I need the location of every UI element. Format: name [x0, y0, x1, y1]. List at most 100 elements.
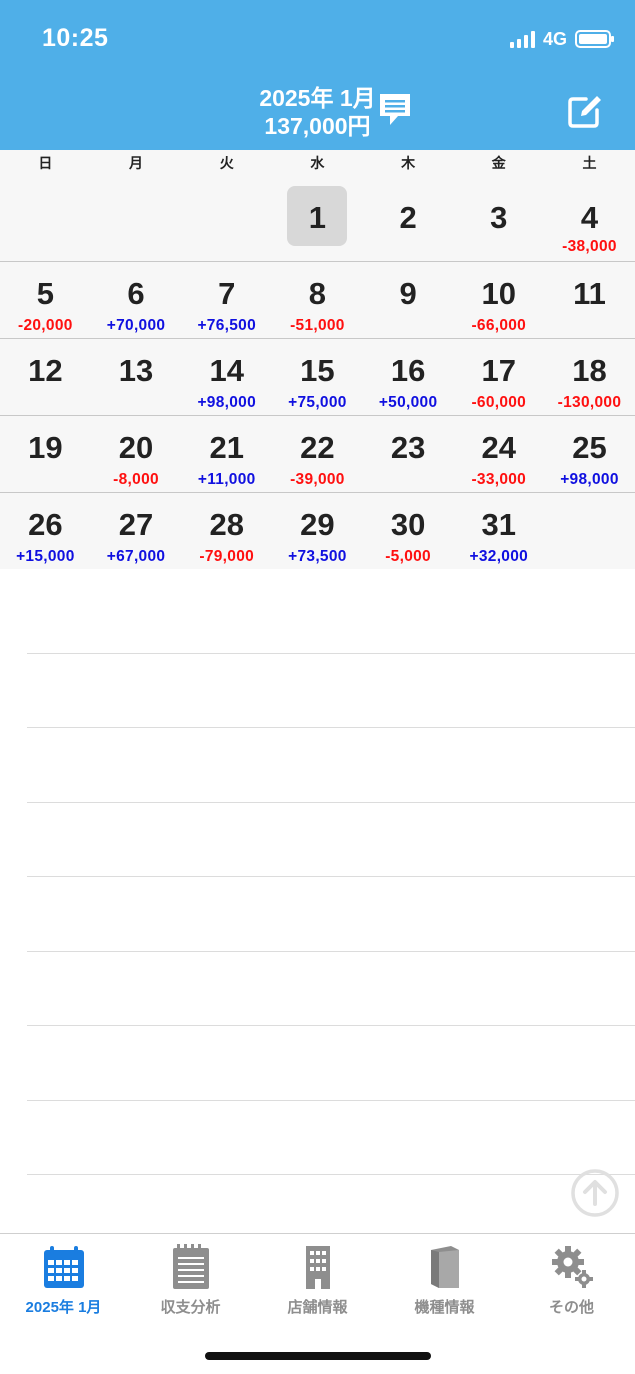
calendar-week: 12 13 14 +98,000 15 +75,000 16 +50,000 17 -60,000…: [0, 339, 635, 416]
weekday-label: 火: [219, 155, 234, 171]
day-amount: +15,000: [16, 548, 75, 565]
calendar-day[interactable]: 27 +67,000: [91, 493, 182, 569]
calendar-day[interactable]: 12: [0, 339, 91, 415]
day-amount: +98,000: [197, 394, 256, 411]
list-divider: [27, 876, 635, 877]
calendar-empty-cell: [91, 176, 182, 261]
calendar-day[interactable]: 29 +73,500: [272, 493, 363, 569]
tab-label: 機種情報: [414, 1299, 475, 1316]
calendar-day[interactable]: 25 +98,000: [544, 416, 635, 492]
calendar-day[interactable]: 10 -66,000: [453, 262, 544, 338]
calendar-day[interactable]: 22 -39,000: [272, 416, 363, 492]
calendar-day[interactable]: 3: [453, 176, 544, 261]
list-divider: [27, 1100, 635, 1101]
calendar-day[interactable]: 24 -33,000: [453, 416, 544, 492]
day-amount: +73,500: [288, 548, 347, 565]
weekday-label: 日: [38, 155, 53, 171]
list-divider: [27, 1025, 635, 1026]
day-number: 10: [481, 276, 517, 311]
day-number: 14: [209, 353, 244, 388]
day-amount: -38,000: [562, 238, 617, 255]
calendar-day[interactable]: 23: [363, 416, 454, 492]
day-amount: +98,000: [560, 471, 619, 488]
day-number: 26: [28, 507, 63, 542]
entry-list: [0, 579, 635, 1233]
day-number: 22: [300, 430, 335, 465]
tab-label: その他: [548, 1299, 594, 1316]
day-number: 28: [209, 507, 244, 542]
list-divider: [27, 802, 635, 803]
weekday-label: 金: [491, 155, 506, 171]
scroll-to-top-icon[interactable]: [570, 1168, 620, 1218]
day-number: 27: [118, 507, 154, 542]
day-amount: +70,000: [106, 317, 166, 334]
calendar-grid: 日 月 火 水 木 金 土 1 2 3 4 -38,000 5 -20,000 6 +70,00…: [0, 150, 635, 569]
day-number: 17: [481, 353, 517, 388]
calendar-day[interactable]: 18 -130,000: [544, 339, 635, 415]
day-number: 5: [36, 276, 54, 311]
calendar-day[interactable]: 13: [91, 339, 182, 415]
calendar-day[interactable]: 15 +75,000: [272, 339, 363, 415]
calendar-day[interactable]: 16 +50,000: [363, 339, 454, 415]
calendar-weeks: 1 2 3 4 -38,000 5 -20,000 6 +70,000 7 +76,500 8 -51,…: [0, 176, 635, 569]
list-divider: [27, 1174, 635, 1175]
day-amount: +32,000: [469, 548, 529, 565]
memo-icon[interactable]: [378, 92, 412, 128]
tab-calendar[interactable]: 2025年 1月: [0, 1234, 127, 1374]
tab-label: 収支分析: [160, 1299, 221, 1316]
weekday-label: 月: [129, 155, 144, 171]
day-number: 19: [28, 430, 63, 465]
day-amount: -5,000: [385, 548, 431, 565]
header-title[interactable]: 2025年 1月 137,000円: [0, 84, 635, 140]
month-total: 137,000円: [264, 113, 371, 139]
signal-icon: [509, 30, 535, 48]
tab-other[interactable]: その他: [508, 1234, 635, 1374]
calendar-day[interactable]: 17 -60,000: [453, 339, 544, 415]
calendar-day[interactable]: 31 +32,000: [453, 493, 544, 569]
app-header: 10:25 4G 2025年 1月 137,000円: [0, 0, 635, 150]
calendar-day[interactable]: 5 -20,000: [0, 262, 91, 338]
day-number: 30: [390, 507, 426, 542]
calendar-day[interactable]: 11: [544, 262, 635, 338]
day-amount: +75,000: [288, 394, 347, 411]
day-number: 2: [399, 200, 417, 235]
status-indicators: 4G: [509, 26, 614, 52]
calendar-day[interactable]: 9: [363, 262, 454, 338]
weekday-label: 水: [310, 155, 325, 171]
calendar-day[interactable]: 14 +98,000: [181, 339, 272, 415]
calendar-day[interactable]: 7 +76,500: [181, 262, 272, 338]
status-time: 10:25: [42, 24, 109, 52]
calendar-day[interactable]: 19: [0, 416, 91, 492]
calendar-day[interactable]: 8 -51,000: [272, 262, 363, 338]
day-number: 7: [218, 276, 236, 311]
calendar-day[interactable]: 28 -79,000: [181, 493, 272, 569]
calendar-day[interactable]: 20 -8,000: [91, 416, 182, 492]
day-amount: -79,000: [199, 548, 255, 565]
calendar-empty-cell: [0, 176, 91, 261]
day-number: 4: [580, 200, 599, 235]
calendar-day[interactable]: 2: [363, 176, 454, 261]
calendar-icon: [44, 1246, 84, 1288]
calendar-day[interactable]: 30 -5,000: [363, 493, 454, 569]
list-divider: [27, 951, 635, 952]
day-number: 16: [390, 353, 426, 388]
edit-icon[interactable]: [566, 94, 604, 130]
day-amount: +76,500: [197, 317, 256, 334]
day-number: 18: [572, 353, 607, 388]
day-number: 6: [127, 276, 145, 311]
calendar-week: 5 -20,000 6 +70,000 7 +76,500 8 -51,000 9 10 -66,0…: [0, 262, 635, 339]
day-amount: -33,000: [471, 471, 527, 488]
calendar-week: 19 20 -8,000 21 +11,000 22 -39,000 23 24 -33,000 2…: [0, 416, 635, 493]
weekday-header: 日 月 火 水 木 金 土: [0, 150, 635, 176]
calendar-day[interactable]: 26 +15,000: [0, 493, 91, 569]
calendar-week: 26 +15,000 27 +67,000 28 -79,000 29 +73,500 30 -5…: [0, 493, 635, 569]
day-number: 25: [572, 430, 607, 465]
list-divider: [27, 653, 635, 654]
day-number: 12: [28, 353, 63, 388]
weekday-label: 土: [582, 155, 597, 171]
calendar-day[interactable]: 21 +11,000: [181, 416, 272, 492]
calendar-day[interactable]: 6 +70,000: [91, 262, 182, 338]
calendar-day[interactable]: 1: [272, 176, 363, 261]
calendar-day[interactable]: 4 -38,000: [544, 176, 635, 261]
day-number: 11: [573, 276, 606, 311]
